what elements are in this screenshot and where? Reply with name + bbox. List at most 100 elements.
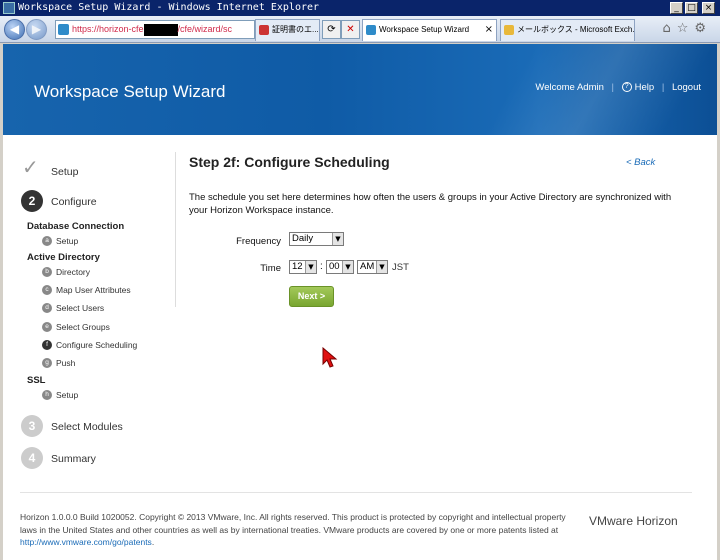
redacted-hostname xyxy=(143,23,178,36)
substep-map-user-attributes[interactable]: c Map User Attributes xyxy=(42,285,131,295)
logout-link[interactable]: Logout xyxy=(672,82,701,93)
mouse-cursor-icon xyxy=(322,347,338,368)
substep-label: Push xyxy=(56,358,76,368)
footer-text: Horizon 1.0.0.0 Build 1020052. Copyright… xyxy=(20,511,580,549)
browser-toolbar: ◀ ▶ https://horizon-cfe/cfe/wizard/sc ⟳ … xyxy=(0,16,720,43)
substep-directory[interactable]: b Directory xyxy=(42,267,90,277)
group-active-directory: Active Directory xyxy=(27,252,100,263)
step-number-2: 2 xyxy=(21,190,43,212)
substep-label: Setup xyxy=(56,390,79,400)
substep-letter: g xyxy=(42,358,52,368)
substep-label: Configure Scheduling xyxy=(56,340,138,350)
site-favicon-icon xyxy=(58,24,69,35)
address-suffix: /cfe/wizard/sc xyxy=(177,24,233,34)
next-button[interactable]: Next > xyxy=(289,286,334,307)
substep-label: Directory xyxy=(56,267,91,277)
dropdown-arrow-icon: ▼ xyxy=(376,261,387,273)
forward-arrow-icon[interactable]: ▶ xyxy=(26,19,47,40)
ampm-value: AM xyxy=(360,261,375,272)
substep-db-setup[interactable]: a Setup xyxy=(42,236,78,246)
window-title-bar: Workspace Setup Wizard - Windows Interne… xyxy=(0,0,720,16)
footer-period: . xyxy=(151,537,155,547)
address-bar[interactable]: https://horizon-cfe/cfe/wizard/sc xyxy=(55,20,255,39)
substep-letter: b xyxy=(42,267,52,277)
maximize-button[interactable]: □ xyxy=(685,2,698,14)
substep-label: Setup xyxy=(56,236,79,246)
back-link[interactable]: < Back xyxy=(626,157,655,168)
ie-app-icon xyxy=(3,2,15,14)
frequency-select[interactable]: Daily ▼ xyxy=(289,232,344,246)
frequency-label: Frequency xyxy=(236,236,281,247)
address-prefix: https://horizon-cfe xyxy=(72,24,144,34)
sidebar-divider xyxy=(175,152,176,307)
step-select-modules-label[interactable]: Select Modules xyxy=(51,421,123,433)
tab-label: メールボックス - Microsoft Exch... xyxy=(517,25,635,34)
tab-label: Workspace Setup Wizard xyxy=(379,25,470,34)
certificate-error-icon xyxy=(259,25,269,35)
dropdown-arrow-icon: ▼ xyxy=(332,233,343,245)
minute-select[interactable]: 00 ▼ xyxy=(326,260,354,274)
hour-select[interactable]: 12 ▼ xyxy=(289,260,317,274)
page-title: Step 2f: Configure Scheduling xyxy=(189,154,390,170)
vmware-tab-icon xyxy=(366,25,376,35)
user-nav: Welcome Admin | ? Help | Logout xyxy=(535,82,701,93)
welcome-text: Welcome Admin xyxy=(535,82,604,93)
refresh-icon[interactable]: ⟳ xyxy=(322,20,341,39)
substep-letter: c xyxy=(42,285,52,295)
substep-label: Select Groups xyxy=(56,322,110,332)
help-link[interactable]: Help xyxy=(635,82,655,93)
timezone-label: JST xyxy=(392,262,409,273)
frequency-value: Daily xyxy=(292,233,314,244)
minimize-button[interactable]: _ xyxy=(670,2,683,14)
substep-ssl-setup[interactable]: h Setup xyxy=(42,390,78,400)
back-arrow-icon[interactable]: ◀ xyxy=(4,19,25,40)
substep-letter: e xyxy=(42,322,52,332)
close-window-button[interactable]: × xyxy=(702,2,715,14)
window-title: Workspace Setup Wizard - Windows Interne… xyxy=(18,2,320,13)
step-summary-label[interactable]: Summary xyxy=(51,453,96,465)
header-banner: Workspace Setup Wizard Welcome Admin | ?… xyxy=(3,44,717,135)
vmware-horizon-logo: VMware Horizon xyxy=(589,514,678,528)
check-icon: ✓ xyxy=(22,155,39,179)
copyright-text: Horizon 1.0.0.0 Build 1020052. Copyright… xyxy=(20,512,566,535)
time-label: Time xyxy=(260,263,281,274)
tab-label: 証明書のエ... xyxy=(272,25,319,34)
nav-separator: | xyxy=(611,82,614,93)
outlook-tab-icon xyxy=(504,25,514,35)
nav-separator: | xyxy=(661,82,665,93)
tab-mailbox[interactable]: メールボックス - Microsoft Exch... xyxy=(500,19,635,41)
step-number-4: 4 xyxy=(21,447,43,469)
substep-push[interactable]: g Push xyxy=(42,358,75,368)
stop-icon[interactable]: ✕ xyxy=(341,20,360,39)
page-content: Workspace Setup Wizard Welcome Admin | ?… xyxy=(3,44,717,560)
step-number-3: 3 xyxy=(21,415,43,437)
description-text: The schedule you set here determines how… xyxy=(189,192,672,216)
substep-label: Map User Attributes xyxy=(56,285,131,295)
step-setup-label[interactable]: Setup xyxy=(51,166,78,178)
home-favorites-tools-icons[interactable]: ⌂☆⚙ xyxy=(662,21,712,36)
footer-divider xyxy=(20,492,692,493)
wizard-title: Workspace Setup Wizard xyxy=(34,82,226,101)
ampm-select[interactable]: AM ▼ xyxy=(357,260,388,274)
substep-label: Select Users xyxy=(56,303,105,313)
substep-configure-scheduling[interactable]: f Configure Scheduling xyxy=(42,340,137,350)
group-ssl: SSL xyxy=(27,375,46,386)
substep-letter: a xyxy=(42,236,52,246)
dropdown-arrow-icon: ▼ xyxy=(305,261,316,273)
substep-select-users[interactable]: d Select Users xyxy=(42,303,104,313)
dropdown-arrow-icon: ▼ xyxy=(342,261,353,273)
close-tab-icon[interactable]: × xyxy=(485,20,493,40)
substep-letter: d xyxy=(42,303,52,313)
time-colon: : xyxy=(320,261,323,272)
patents-link[interactable]: http://www.vmware.com/go/patents xyxy=(20,537,152,547)
hour-value: 12 xyxy=(292,261,303,272)
substep-letter: h xyxy=(42,390,52,400)
help-icon[interactable]: ? xyxy=(621,82,632,93)
substep-letter: f xyxy=(42,340,52,350)
tab-workspace-setup[interactable]: Workspace Setup Wizard × xyxy=(362,19,497,41)
tab-certificate[interactable]: 証明書のエ... xyxy=(255,19,320,41)
substep-select-groups[interactable]: e Select Groups xyxy=(42,322,110,332)
step-configure-label[interactable]: Configure xyxy=(51,196,97,208)
group-database-connection: Database Connection xyxy=(27,221,125,232)
minute-value: 00 xyxy=(329,261,340,272)
